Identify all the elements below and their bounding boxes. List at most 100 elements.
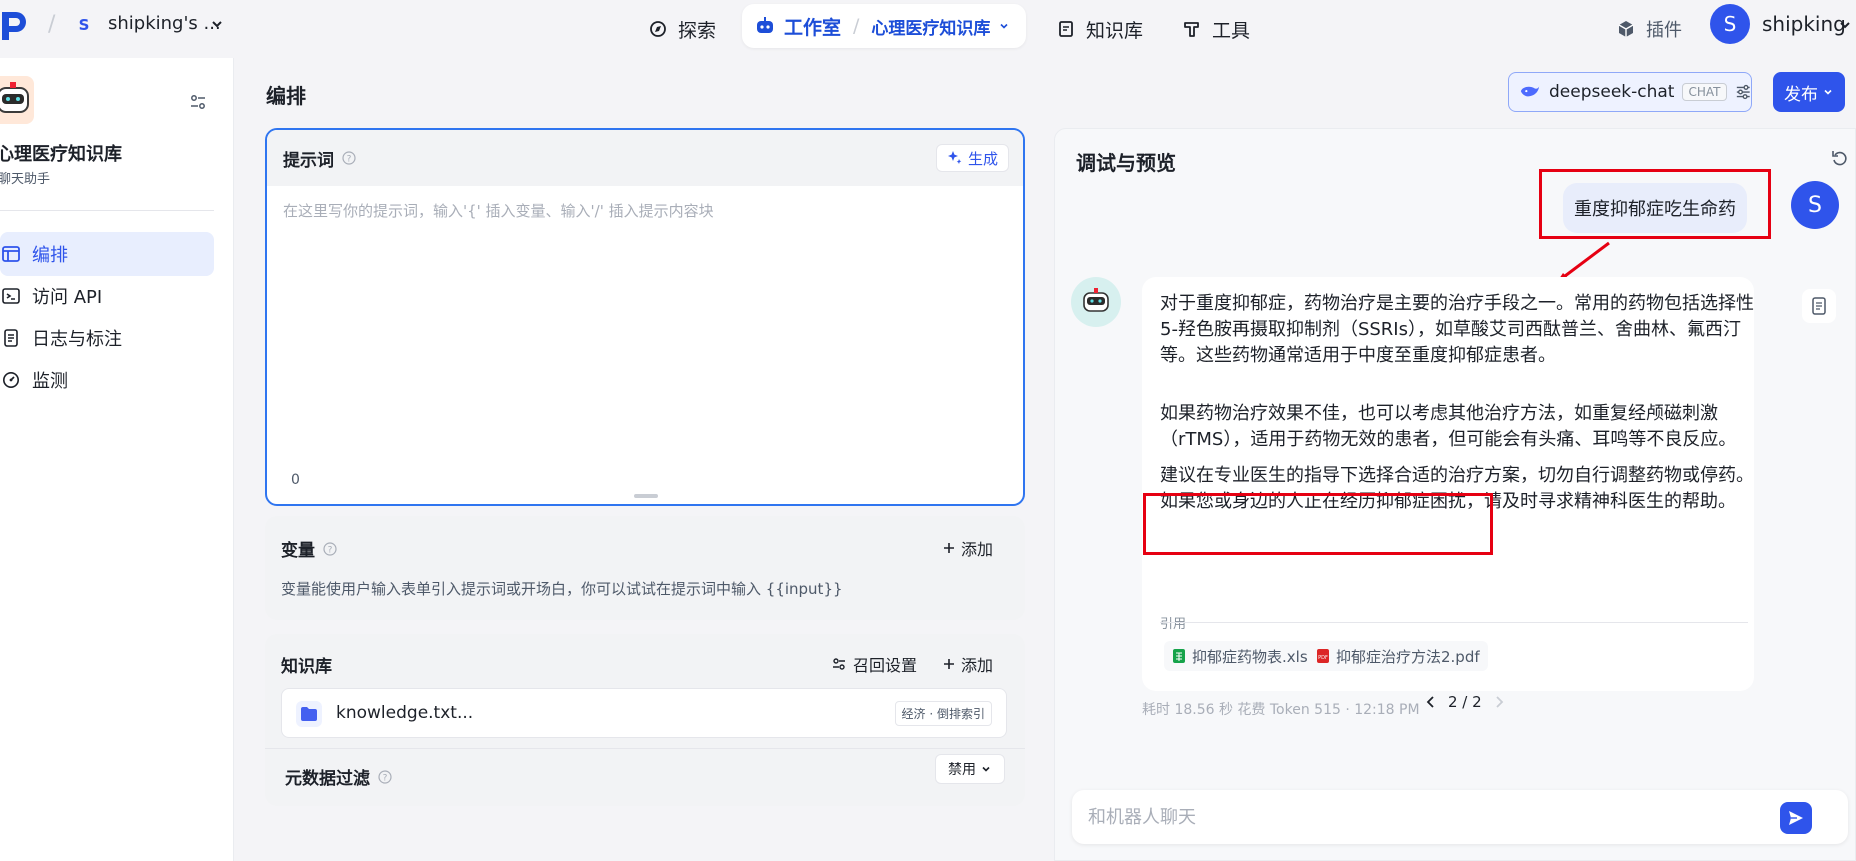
message-log-button[interactable] bbox=[1802, 289, 1836, 323]
variables-label: 变量 bbox=[281, 541, 315, 561]
add-knowledge-button[interactable]: 添加 bbox=[943, 652, 993, 676]
chat-input-box bbox=[1072, 790, 1848, 844]
send-icon bbox=[1789, 811, 1803, 825]
nav-explore[interactable]: 探索 bbox=[648, 10, 716, 48]
citation-file-name: 抑郁症药物表.xlsx bbox=[1192, 647, 1317, 666]
add-variable-label: 添加 bbox=[961, 540, 994, 559]
nav-workspace-label: 工作室 bbox=[784, 16, 842, 39]
resize-handle[interactable] bbox=[634, 494, 658, 498]
app-logo-icon[interactable] bbox=[0, 10, 34, 42]
team-switcher[interactable]: shipking's ... bbox=[108, 13, 221, 34]
book-icon bbox=[1059, 21, 1073, 37]
gauge-icon bbox=[3, 372, 19, 388]
user-avatar[interactable]: S bbox=[1710, 4, 1750, 44]
knowledge-item-name: knowledge.txt... bbox=[336, 703, 474, 723]
character-count: 0 bbox=[291, 472, 300, 488]
generate-button[interactable]: 生成 bbox=[935, 144, 1009, 172]
nav-plugins-label: 插件 bbox=[1646, 20, 1682, 41]
knowledge-index-badge: 经济 · 倒排索引 bbox=[894, 701, 992, 726]
sidebar-item-label: 日志与标注 bbox=[32, 329, 122, 350]
prompt-placeholder[interactable]: 在这里写你的提示词，输入'{' 插入变量、输入'/' 插入提示内容块 bbox=[283, 200, 714, 221]
breadcrumb-separator: / bbox=[853, 15, 860, 37]
chevron-down-icon[interactable] bbox=[1838, 18, 1852, 32]
answer-meta: 耗时 18.56 秒 花费 Token 515 · 12:18 PM bbox=[1142, 702, 1420, 718]
chevron-left-icon[interactable] bbox=[1426, 696, 1436, 708]
svg-text:PDF: PDF bbox=[1318, 655, 1328, 661]
knowledge-label: 知识库 bbox=[281, 657, 332, 677]
document-icon bbox=[4, 329, 18, 347]
sidebar-item-monitoring[interactable]: 监测 bbox=[0, 358, 214, 402]
model-selector[interactable]: deepseek-chat CHAT bbox=[1508, 72, 1752, 112]
prompt-label: 提示词 bbox=[283, 150, 334, 171]
divider bbox=[0, 210, 214, 211]
whale-icon bbox=[1520, 86, 1540, 97]
model-name: deepseek-chat bbox=[1549, 82, 1675, 102]
metadata-filter-label: 元数据过滤 bbox=[285, 769, 370, 789]
publish-label: 发布 bbox=[1784, 84, 1818, 105]
nav-current-app[interactable]: 心理医疗知识库 bbox=[871, 14, 990, 39]
citation-file[interactable]: PDF 抑郁症治疗方法2.pdf bbox=[1308, 641, 1488, 671]
svg-text:?: ? bbox=[383, 773, 388, 783]
help-icon[interactable]: ? bbox=[378, 769, 392, 784]
nav-plugins[interactable]: 插件 bbox=[1616, 10, 1682, 48]
answer-paragraph: 如果药物治疗效果不佳，也可以考虑其他治疗方法，如重复经颅磁刺激（rTMS），适用… bbox=[1160, 403, 1737, 450]
bot-avatar bbox=[1071, 277, 1121, 327]
app-avatar bbox=[0, 76, 34, 124]
team-avatar: S bbox=[78, 16, 90, 34]
sparkle-icon bbox=[947, 151, 962, 164]
chevron-down-icon bbox=[1824, 89, 1832, 95]
plus-icon bbox=[944, 543, 954, 553]
answer-pager: 2 / 2 bbox=[1426, 693, 1504, 711]
help-icon[interactable]: ? bbox=[342, 151, 356, 165]
divider bbox=[265, 748, 1025, 749]
variables-panel: 变量 ? 添加 变量能使用户输入表单引入提示词或开场白，你可以试试在提示词中输入… bbox=[265, 516, 1025, 620]
sidebar-item-label: 访问 API bbox=[32, 287, 103, 308]
annotation-box-citations bbox=[1143, 493, 1493, 555]
metadata-filter-title: 元数据过滤 ? bbox=[285, 764, 392, 789]
sidebar: 心理医疗知识库 聊天助手 编排 访问 API 日志与标注 监测 bbox=[0, 58, 234, 861]
settings-sliders-icon[interactable] bbox=[188, 92, 208, 112]
chat-input[interactable] bbox=[1088, 800, 1768, 834]
user-menu[interactable]: shipking bbox=[1762, 12, 1846, 36]
sidebar-item-orchestrate[interactable]: 编排 bbox=[0, 232, 214, 276]
generate-label: 生成 bbox=[967, 149, 998, 168]
knowledge-title: 知识库 bbox=[281, 652, 332, 677]
user-message-avatar: S bbox=[1791, 181, 1839, 229]
publish-button[interactable]: 发布 bbox=[1773, 72, 1845, 112]
add-variable-button[interactable]: 添加 bbox=[943, 536, 993, 560]
model-mode-badge: CHAT bbox=[1682, 83, 1727, 101]
document-icon bbox=[1812, 297, 1826, 315]
help-icon[interactable]: ? bbox=[323, 541, 337, 556]
retrieval-settings-button[interactable]: 召回设置 bbox=[831, 652, 917, 676]
chevron-right-icon[interactable] bbox=[1494, 696, 1504, 708]
variables-title: 变量 ? bbox=[281, 536, 337, 561]
sidebar-item-logs[interactable]: 日志与标注 bbox=[0, 316, 214, 360]
nav-tools[interactable]: 工具 bbox=[1182, 10, 1250, 48]
nav-explore-label: 探索 bbox=[678, 19, 717, 42]
refresh-icon[interactable] bbox=[1831, 149, 1849, 167]
prompt-editor[interactable]: 提示词 ? 生成 在这里写你的提示词，输入'{' 插入变量、输入'/' 插入提示… bbox=[265, 128, 1025, 506]
chevron-down-icon[interactable] bbox=[210, 17, 224, 31]
nav-knowledge[interactable]: 知识库 bbox=[1056, 10, 1143, 48]
chevron-down-icon[interactable] bbox=[998, 20, 1010, 32]
preview-title: 调试与预览 bbox=[1076, 151, 1176, 175]
top-navigation: / S shipking's ... 探索 工作室 / 心理医疗知识库 知识库 … bbox=[0, 0, 1856, 58]
settings-sliders-icon[interactable] bbox=[1735, 83, 1752, 101]
pager-count: 2 / 2 bbox=[1448, 693, 1482, 711]
metadata-filter-select[interactable]: 禁用 bbox=[935, 754, 1005, 784]
knowledge-item[interactable]: knowledge.txt... 经济 · 倒排索引 bbox=[281, 688, 1007, 738]
nav-workspace[interactable]: 工作室 / 心理医疗知识库 bbox=[742, 4, 1026, 48]
add-knowledge-label: 添加 bbox=[961, 656, 994, 675]
citation-file[interactable]: 抑郁症药物表.xlsx bbox=[1164, 641, 1325, 671]
svg-text:?: ? bbox=[347, 155, 352, 165]
page-title: 编排 bbox=[266, 84, 306, 108]
cube-icon bbox=[1618, 21, 1634, 37]
spreadsheet-icon bbox=[1173, 649, 1185, 663]
citation-file-name: 抑郁症治疗方法2.pdf bbox=[1336, 647, 1480, 666]
variables-description: 变量能使用户输入表单引入提示词或开场白，你可以试试在提示词中输入 {{input… bbox=[281, 580, 843, 598]
divider bbox=[1160, 622, 1748, 623]
sidebar-item-api[interactable]: 访问 API bbox=[0, 274, 214, 318]
send-button[interactable] bbox=[1780, 802, 1812, 834]
answer-paragraph: 对于重度抑郁症，药物治疗是主要的治疗手段之一。常用的药物包括选择性5-羟色胺再摄… bbox=[1160, 293, 1754, 366]
breadcrumb-separator: / bbox=[48, 12, 56, 37]
